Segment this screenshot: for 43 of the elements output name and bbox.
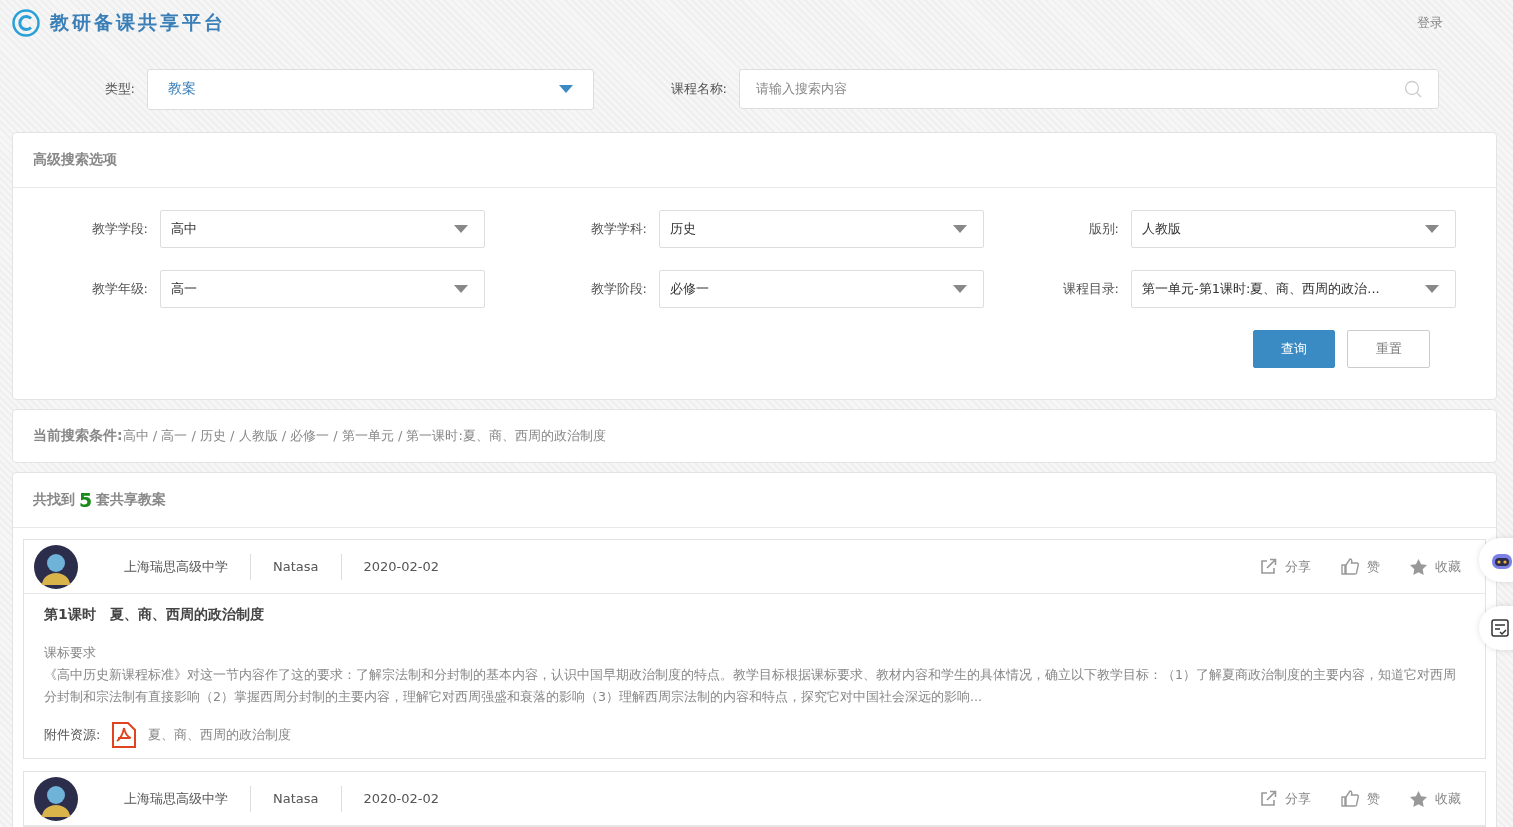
filter-select[interactable]: 人教版 <box>1131 210 1456 248</box>
type-label: 类型: <box>103 80 136 98</box>
type-select[interactable]: 教案 <box>147 68 594 110</box>
favorite-link[interactable]: 收藏 <box>1410 557 1461 576</box>
field-label: 教学年级: <box>90 280 149 298</box>
field-label: 教学学科: <box>589 220 648 238</box>
field-label: 教学阶段: <box>589 280 648 298</box>
filter-select[interactable]: 第一单元-第1课时:夏、商、西周的政治... <box>1131 270 1456 308</box>
results-prefix: 共找到 <box>33 491 75 509</box>
author-name: Natasa <box>272 559 320 574</box>
panel-title: 高级搜索选项 <box>33 151 117 169</box>
like-link[interactable]: 赞 <box>1341 789 1380 808</box>
filter-select[interactable]: 高一 <box>160 270 485 308</box>
school-name: 上海瑞思高级中学 <box>123 789 229 808</box>
reset-button[interactable]: 重置 <box>1347 330 1430 368</box>
post-date: 2020-02-02 <box>362 791 441 806</box>
lesson-title: 第1课时 夏、商、西周的政治制度 <box>44 606 265 624</box>
author-name: Natasa <box>272 791 320 806</box>
share-link[interactable]: 分享 <box>1260 789 1311 808</box>
results-count: 5 <box>79 489 93 511</box>
field-label: 课程目录: <box>1061 280 1120 298</box>
course-name-label: 课程名称: <box>669 80 728 98</box>
login-link[interactable]: 登录 <box>1417 14 1443 32</box>
filter-select[interactable]: 高中 <box>160 210 485 248</box>
field-label: 版别: <box>1087 220 1120 238</box>
filter-select[interactable]: 历史 <box>659 210 984 248</box>
favorite-link[interactable]: 收藏 <box>1410 789 1461 808</box>
filter-select[interactable]: 必修一 <box>659 270 984 308</box>
conditions-value: 高中 / 高一 / 历史 / 人教版 / 必修一 / 第一单元 / 第一课时:夏、商、西周的政治制度 <box>122 427 606 445</box>
query-button[interactable]: 查询 <box>1253 330 1335 368</box>
field-label: 教学学段: <box>90 220 149 238</box>
share-link[interactable]: 分享 <box>1260 557 1311 576</box>
post-date: 2020-02-02 <box>362 559 441 574</box>
attachment-label: 附件资源: <box>44 726 101 744</box>
results-suffix: 套共享教案 <box>96 491 167 509</box>
like-link[interactable]: 赞 <box>1341 557 1380 576</box>
attachment-link[interactable]: 夏、商、西周的政治制度 <box>148 726 292 744</box>
search-field[interactable]: 请输入搜索内容 <box>739 69 1439 109</box>
lesson-description: 《高中历史新课程标准》对这一节内容作了这的要求：了解宗法制和分封制的基本内容，认识中国早期政治制度的特点。教学目标根据课标要求、教材内容和学生的具体情况，确立以下教学目标：（1）了解夏商政治制度的主要内容，知道它对西周分封制和宗法制有直接影响（2）掌握西周分封制的主要内容，理解它对西周强盛和衰落的影响（3）理解西周宗法制的内容和特点，探究它对中国社会深远的影响... <box>44 666 1457 706</box>
school-name: 上海瑞思高级中学 <box>123 557 229 576</box>
section-label: 课标要求 <box>44 644 97 662</box>
site-title: 教研备课共享平台 <box>50 10 226 35</box>
conditions-label: 当前搜索条件: <box>33 427 123 445</box>
